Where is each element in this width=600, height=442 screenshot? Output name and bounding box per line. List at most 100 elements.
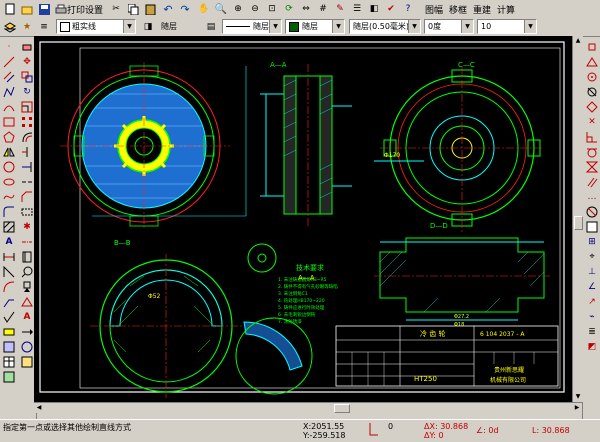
parallel-icon[interactable] — [2, 70, 16, 83]
dist-icon[interactable]: ⇔ — [298, 1, 314, 17]
image-icon[interactable] — [2, 370, 16, 383]
array-icon[interactable] — [20, 115, 34, 128]
ortho-icon[interactable]: ⊥ — [585, 265, 599, 278]
properties-icon[interactable]: ☰ — [349, 1, 365, 17]
lineweight-select[interactable]: 随层(0.50毫米) ▼ — [349, 19, 421, 34]
snap-insert-icon[interactable]: ⊞ — [585, 235, 599, 248]
linestyle-icon[interactable]: ▤ — [203, 19, 219, 35]
snap-nearest-icon[interactable] — [585, 160, 599, 173]
pan-icon[interactable]: ✋ — [196, 1, 212, 17]
scroll-right-icon[interactable]: ▶ — [572, 403, 582, 413]
move-icon[interactable]: ✥ — [20, 55, 34, 68]
roughness-icon[interactable] — [2, 310, 16, 323]
linestyle-select[interactable]: 随层 ▼ — [222, 19, 282, 34]
dyn-icon[interactable]: ⌁ — [585, 310, 599, 323]
zoom-window-icon[interactable]: 🔍 — [213, 1, 229, 17]
grid-icon[interactable]: # — [315, 1, 331, 17]
layer-icon[interactable]: ◧ — [366, 1, 382, 17]
circle-icon[interactable] — [2, 160, 16, 173]
trim-icon[interactable] — [20, 145, 34, 158]
layer-state-icon[interactable]: ★ — [19, 19, 35, 35]
color-select[interactable]: 随层 ▼ — [285, 19, 345, 34]
layer-manager-icon[interactable] — [2, 19, 18, 35]
calc-button[interactable]: 计算 — [494, 1, 518, 17]
undo-icon[interactable]: ↶ — [160, 1, 176, 17]
linetype-select[interactable]: 粗实线 ▼ — [56, 19, 136, 34]
horizontal-scrollbar[interactable]: ◀ ▶ — [34, 402, 582, 413]
snap-none-icon[interactable] — [585, 205, 599, 218]
thread-icon[interactable] — [20, 250, 34, 263]
match-icon[interactable]: ✔ — [383, 1, 399, 17]
extend-icon[interactable] — [20, 160, 34, 173]
scroll-thumb[interactable] — [574, 216, 583, 230]
center-line-icon[interactable] — [20, 235, 34, 248]
new-icon[interactable] — [2, 1, 18, 17]
snap-quadrant-icon[interactable] — [585, 100, 599, 113]
weld-icon[interactable] — [20, 295, 34, 308]
chamfer-icon[interactable] — [20, 190, 34, 203]
open-icon[interactable] — [19, 1, 35, 17]
rectangle-icon[interactable] — [2, 115, 16, 128]
dimension-icon[interactable] — [2, 250, 16, 263]
snap-perpendicular-icon[interactable] — [585, 130, 599, 143]
scale-icon[interactable] — [20, 100, 34, 113]
explode-icon[interactable]: ✱ — [20, 220, 34, 233]
zoom-out-icon[interactable]: ⊖ — [247, 1, 263, 17]
polygon-icon[interactable] — [2, 130, 16, 143]
snap-extension-icon[interactable]: … — [585, 190, 599, 203]
offset-icon[interactable] — [20, 130, 34, 143]
angle-select[interactable]: 0度 ▼ — [424, 19, 474, 34]
copy-icon[interactable] — [125, 1, 141, 17]
ellipse-icon[interactable] — [2, 175, 16, 188]
datum-icon[interactable] — [20, 280, 34, 293]
zoom-in-icon[interactable]: ⊕ — [230, 1, 246, 17]
paste-icon[interactable] — [142, 1, 158, 17]
save-icon[interactable] — [36, 1, 52, 17]
line-icon[interactable] — [2, 55, 16, 68]
point-icon[interactable]: · — [2, 40, 16, 53]
measure-icon[interactable]: ✎ — [332, 1, 348, 17]
size-select[interactable]: 10 ▼ — [477, 19, 537, 34]
erase-icon[interactable] — [20, 40, 34, 53]
model-icon[interactable]: ◩ — [585, 340, 599, 353]
snap-midpoint-icon[interactable] — [585, 55, 599, 68]
hscroll-thumb[interactable] — [334, 404, 350, 413]
stretch-icon[interactable] — [20, 205, 34, 218]
help-icon[interactable]: ? — [400, 1, 416, 17]
scroll-left-icon[interactable]: ◀ — [34, 403, 44, 413]
drawing-canvas[interactable]: A—A C—C Φ170 B—B Φ52 A—A 技术要求 1. 未注铸造圆角R… — [34, 36, 572, 402]
scroll-up-icon[interactable]: ▲ — [573, 36, 583, 46]
break-icon[interactable] — [20, 175, 34, 188]
view-icon[interactable] — [20, 325, 34, 338]
track-icon[interactable]: ↗ — [585, 295, 599, 308]
text-icon[interactable]: A — [2, 235, 16, 248]
vertical-scrollbar[interactable]: ▲ ▼ — [572, 36, 583, 402]
hatch-icon[interactable] — [2, 220, 16, 233]
mirror-icon[interactable] — [2, 145, 16, 158]
cut-icon[interactable]: ✂ — [108, 1, 124, 17]
snap-intersection-icon[interactable]: ✕ — [585, 115, 599, 128]
balloon-icon[interactable] — [20, 265, 34, 278]
snap-app-icon[interactable]: ⌖ — [585, 250, 599, 263]
rotate-icon[interactable]: ↻ — [20, 85, 34, 98]
layer-select[interactable]: 随层 — [158, 19, 204, 34]
snap-node-icon[interactable] — [585, 85, 599, 98]
tolerance-icon[interactable] — [2, 325, 16, 338]
layer-prop-icon[interactable]: ◨ — [140, 19, 156, 35]
fillet-icon[interactable] — [2, 205, 16, 218]
polyline-icon[interactable] — [2, 85, 16, 98]
rebuild-button[interactable]: 重建 — [470, 1, 494, 17]
leader-icon[interactable] — [2, 295, 16, 308]
cad-drawing[interactable]: A—A C—C Φ170 B—B Φ52 A—A 技术要求 1. 未注铸造圆角R… — [34, 36, 572, 402]
copy-obj-icon[interactable] — [20, 70, 34, 83]
snap-endpoint-icon[interactable] — [585, 40, 599, 53]
snap-center-icon[interactable] — [585, 70, 599, 83]
zoom-prev-icon[interactable]: ⊡ — [264, 1, 280, 17]
angle-dim-icon[interactable] — [2, 265, 16, 278]
snap-settings-icon[interactable] — [585, 220, 599, 233]
radius-icon[interactable] — [2, 280, 16, 293]
print-settings-button[interactable]: 打印设置 — [54, 1, 104, 17]
scroll-down-icon[interactable]: ▼ — [573, 392, 583, 402]
polar-icon[interactable]: ∠ — [585, 280, 599, 293]
symbol-icon[interactable] — [20, 355, 34, 368]
